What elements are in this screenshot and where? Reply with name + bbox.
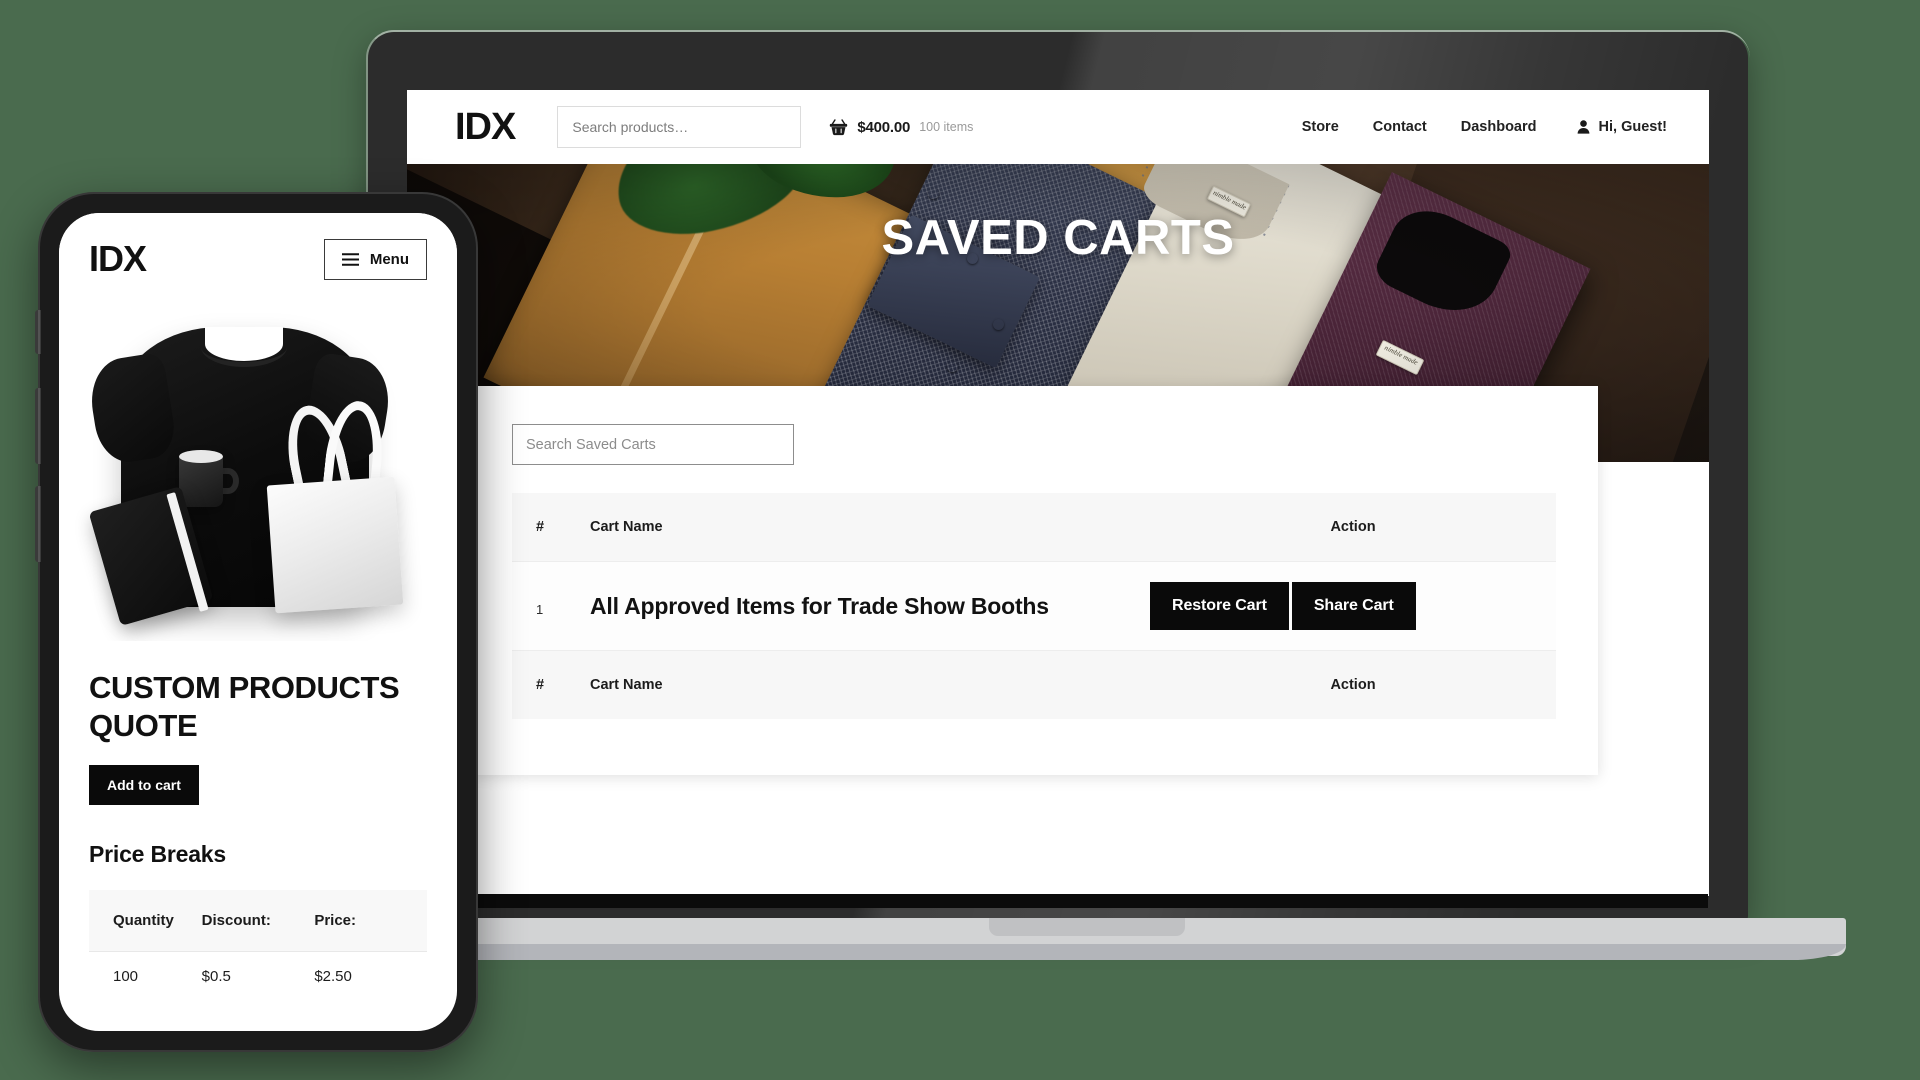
user-icon (1577, 120, 1590, 134)
price-cell-price: $2.50 (314, 950, 427, 1001)
search-products-input[interactable] (557, 106, 802, 148)
saved-carts-card: # Cart Name Action 1 All Approved Items … (470, 386, 1598, 775)
phone-volume-down-button (35, 486, 41, 562)
basket-icon (829, 118, 848, 136)
table-footer: # Cart Name Action (512, 650, 1556, 719)
mobile-menu-label: Menu (369, 250, 409, 268)
phone-mute-switch (35, 310, 41, 354)
price-table-row: 100 $0.5 $2.50 (89, 950, 427, 1001)
laptop-device-mockup: IDX $400.00 100 items Store Contact D (270, 30, 1846, 960)
brand-logo[interactable]: IDX (455, 108, 516, 146)
price-column-quantity: Quantity (113, 911, 174, 929)
share-cart-button[interactable]: Share Cart (1291, 582, 1416, 630)
laptop-hinge (408, 894, 1708, 908)
page-title: SAVED CARTS (881, 211, 1235, 265)
laptop-base-lip (270, 944, 1846, 960)
footer-header-index: # (512, 650, 590, 719)
table-row: 1 All Approved Items for Trade Show Boot… (512, 561, 1556, 651)
footer-header-cart-name: Cart Name (590, 650, 1150, 719)
brand-logo[interactable]: IDX (89, 241, 147, 277)
price-breaks-table: Quantity Discount: Price: 100 $0.5 $2.50 (89, 889, 427, 1001)
row-cart-name-cell: All Approved Items for Trade Show Booths (590, 561, 1150, 651)
cart-item-count: 100 items (919, 120, 974, 134)
cart-total-amount: $400.00 (857, 118, 911, 136)
add-to-cart-button[interactable]: Add to cart (89, 764, 199, 805)
table-body: 1 All Approved Items for Trade Show Boot… (512, 561, 1556, 651)
product-image (59, 305, 457, 641)
price-table-body: 100 $0.5 $2.50 (89, 950, 427, 1001)
mobile-product-body: CUSTOM PRODUCTS QUOTE Add to cart Price … (59, 641, 457, 1001)
user-greeting-label: Hi, Guest! (1598, 119, 1667, 135)
nav-item-contact[interactable]: Contact (1373, 119, 1427, 135)
primary-navigation: Store Contact Dashboard Hi, Guest! (1302, 119, 1667, 135)
mobile-site-header: IDX Menu (59, 213, 457, 305)
price-breaks-heading: Price Breaks (89, 840, 226, 867)
price-table-header: Quantity Discount: Price: (89, 890, 427, 952)
column-header-action: Action (1150, 493, 1556, 562)
table-footer-row: # Cart Name Action (512, 650, 1556, 719)
row-action-cell: Restore Cart Share Cart (1150, 561, 1556, 651)
saved-carts-table: # Cart Name Action 1 All Approved Items … (512, 493, 1556, 719)
laptop-base-notch (989, 918, 1185, 936)
price-cell-discount: $0.5 (201, 950, 315, 1001)
search-saved-carts-input[interactable] (512, 424, 794, 465)
nav-item-store[interactable]: Store (1302, 119, 1339, 135)
table-header-row: # Cart Name Action (512, 493, 1556, 562)
price-column-price: Price: (314, 911, 357, 929)
row-index-cell: 1 (512, 561, 590, 651)
nav-item-dashboard[interactable]: Dashboard (1461, 119, 1537, 135)
price-table-header-row: Quantity Discount: Price: (89, 890, 427, 952)
site-header: IDX $400.00 100 items Store Contact D (407, 90, 1709, 164)
phone-screen: IDX Menu CUSTOM PRODUCTS QUOTE Add to ca… (59, 213, 457, 1031)
mobile-menu-button[interactable]: Menu (323, 238, 427, 280)
table-header: # Cart Name Action (512, 493, 1556, 562)
laptop-screen: IDX $400.00 100 items Store Contact D (407, 90, 1709, 896)
price-column-discount: Discount: (201, 911, 271, 929)
phone-volume-up-button (35, 388, 41, 464)
footer-header-action: Action (1150, 650, 1556, 719)
column-header-index: # (512, 493, 590, 562)
cart-summary[interactable]: $400.00 100 items (829, 119, 973, 136)
column-header-cart-name: Cart Name (590, 493, 1150, 562)
phone-device-mockup: IDX Menu CUSTOM PRODUCTS QUOTE Add to ca… (35, 192, 478, 1052)
restore-cart-button[interactable]: Restore Cart (1150, 582, 1289, 630)
hamburger-icon (341, 252, 359, 266)
page-content: # Cart Name Action 1 All Approved Items … (407, 386, 1709, 892)
product-title: CUSTOM PRODUCTS QUOTE (89, 670, 400, 743)
user-account-menu[interactable]: Hi, Guest! (1577, 119, 1667, 135)
price-cell-quantity: 100 (89, 950, 202, 1001)
